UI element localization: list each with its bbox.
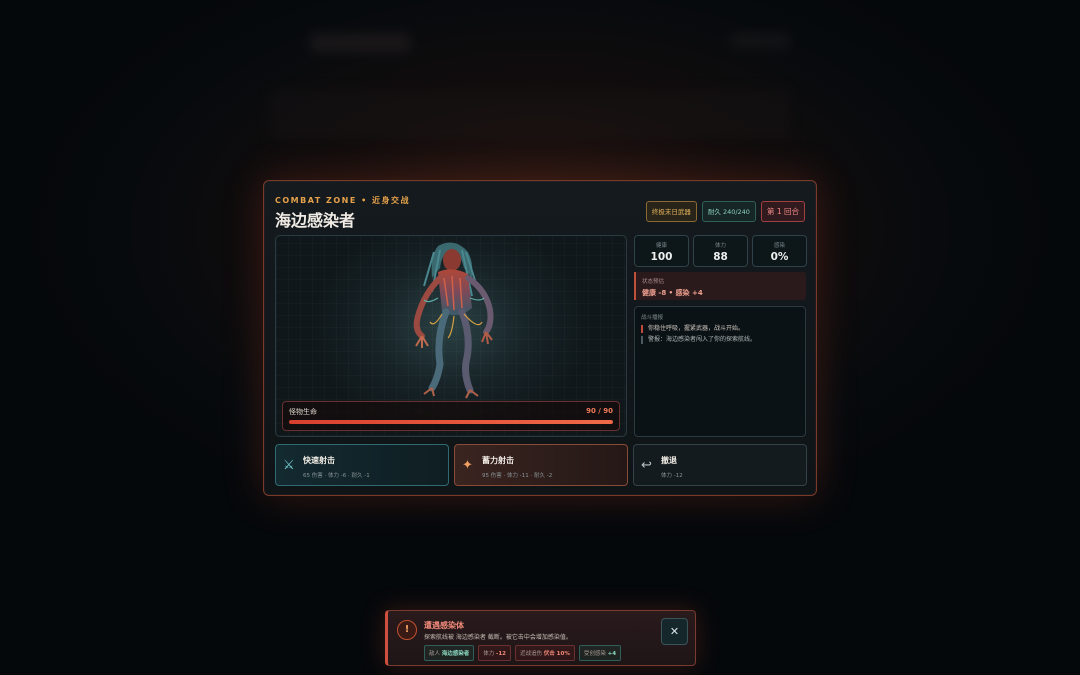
log-line: 警报：海边感染者闯入了你的探索航线。 [641,335,805,344]
combat-panel: COMBAT ZONE • 近身交战 海边感染者 终极末日武器 耐久 240/2… [263,180,817,496]
zone-label: COMBAT ZONE • 近身交战 [275,196,410,205]
chip-label: 敌人 [429,651,441,657]
durability-badge: 耐久 240/240 [701,201,756,222]
chip-label: 受创感染 [583,651,606,657]
quick-shot-button[interactable]: ⚔ 快速射击 65 伤害 · 体力 -6 · 耐久 -1 [275,444,449,486]
charged-shot-button[interactable]: ✦ 蓄力射击 95 伤害 · 体力 -11 · 耐久 -2 [454,444,628,486]
stat-health: 健康 100 [634,235,689,267]
log-line: 你稳住呼吸，握紧武器，战斗开始。 [641,325,805,333]
action-name: 快速射击 [303,456,335,465]
action-bar: ⚔ 快速射击 65 伤害 · 体力 -6 · 耐久 -1 ✦ 蓄力射击 95 伤… [275,444,807,486]
chip-label: 体力 [483,651,495,657]
toast-title: 遭遇感染体 [424,621,464,630]
return-arrow-icon: ↩ [641,458,652,473]
chip-label: 近战追伤 [519,651,542,657]
weapon-badge: 终极末日武器 [645,201,697,222]
stat-infection: 感染 0% [752,235,807,267]
chip-value: 海边感染者 [441,651,470,657]
retreat-button[interactable]: ↩ 撤退 体力 -12 [633,444,807,486]
chip-stamina: 体力 -12 [478,645,511,661]
player-stats: 健康 100 体力 88 感染 0% [634,235,807,267]
action-desc: 65 伤害 · 体力 -6 · 耐久 -1 [303,473,370,479]
stat-infection-value: 0% [770,251,789,263]
chip-value: -12 [496,651,506,657]
status-estimate-label: 状态预估 [642,279,665,285]
monster-hp-track [289,420,613,424]
stat-stamina-label: 体力 [714,243,726,249]
toast-chips: 敌人 海边感染者 体力 -12 近战追伤 伏击 10% 受创感染 +4 [424,645,622,661]
background-blur [250,20,830,170]
monster-hp-bar: 怪物生命 90 / 90 [282,401,620,431]
stat-health-value: 100 [650,251,673,263]
action-desc: 95 伤害 · 体力 -11 · 耐久 -2 [482,473,553,479]
infected-monster-sprite[interactable] [394,238,510,400]
monster-hp-value: 90 / 90 [586,407,613,415]
monster-hp-fill [289,420,613,424]
chip-value: +4 [607,651,617,657]
close-button[interactable]: ✕ [661,618,688,645]
status-estimate-value: 健康 -8 • 感染 +4 [642,289,703,297]
action-desc: 体力 -12 [661,473,683,479]
stat-health-label: 健康 [655,243,667,249]
combat-log-label: 战斗播报 [641,315,664,321]
badge-row: 终极末日武器 耐久 240/240 第 1 回合 [645,201,805,222]
battle-arena: 怪物生命 90 / 90 [275,235,627,437]
stat-stamina: 体力 88 [693,235,748,267]
chip-infection: 受创感染 +4 [578,645,622,661]
status-estimate: 状态预估 健康 -8 • 感染 +4 [634,272,806,300]
encounter-toast: ! 遭遇感染体 探索航线被 海边感染者 截断。被它击中会增加感染值。 敌人 海边… [385,610,696,666]
chip-ambush: 近战追伤 伏击 10% [514,645,575,661]
action-name: 撤退 [661,456,677,465]
chip-value: 伏击 10% [543,651,570,657]
action-name: 蓄力射击 [482,456,514,465]
crossed-swords-icon: ⚔ [283,458,295,473]
spark-icon: ✦ [462,458,473,473]
chip-enemy: 敌人 海边感染者 [424,645,475,661]
monster-hp-label: 怪物生命 [289,408,317,416]
round-badge: 第 1 回合 [760,201,805,222]
toast-body: 探索航线被 海边感染者 截断。被它击中会增加感染值。 [424,634,572,641]
stat-infection-label: 感染 [773,243,785,249]
enemy-title: 海边感染者 [275,211,356,230]
alert-icon: ! [397,620,417,640]
combat-log: 战斗播报 你稳住呼吸，握紧武器，战斗开始。 警报：海边感染者闯入了你的探索航线。 [634,306,806,437]
stat-stamina-value: 88 [713,251,728,263]
